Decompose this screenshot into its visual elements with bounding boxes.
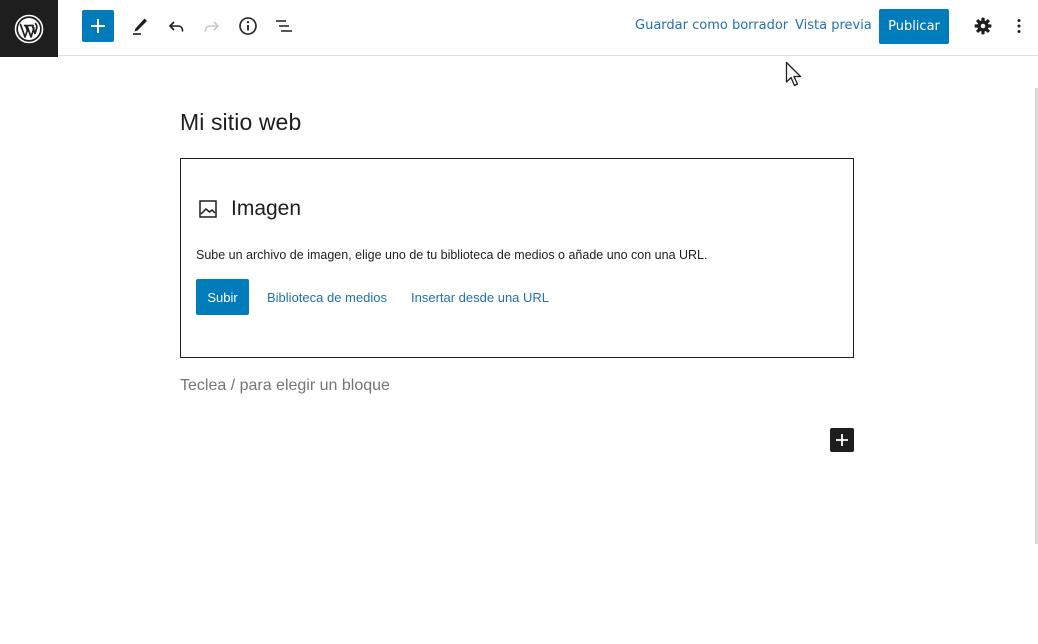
publish-button[interactable]: Publicar [879, 9, 949, 44]
image-block-header: Imagen [197, 197, 301, 221]
image-block-placeholder[interactable]: Imagen Sube un archivo de imagen, elige … [180, 158, 854, 358]
post-title[interactable]: Mi sitio web [180, 109, 301, 136]
image-block-title: Imagen [231, 197, 302, 220]
info-icon [239, 17, 257, 35]
undo-button[interactable] [160, 10, 192, 42]
more-vertical-icon [1017, 19, 1021, 33]
editor-header: Guardar como borrador Vista previa Publi… [0, 0, 1038, 57]
list-view-icon [276, 20, 292, 32]
block-appender-placeholder[interactable]: Teclea / para elegir un bloque [180, 377, 390, 395]
redo-button[interactable] [196, 10, 228, 42]
insert-from-url-button[interactable]: Insertar desde una URL [411, 290, 549, 305]
wordpress-logo-icon[interactable] [0, 0, 58, 57]
upload-button[interactable]: Subir [196, 279, 249, 315]
image-icon [199, 200, 217, 218]
list-view-button[interactable] [268, 10, 300, 42]
media-library-button[interactable]: Biblioteca de medios [267, 290, 387, 305]
pencil-icon [133, 18, 147, 35]
redo-icon [204, 21, 220, 32]
save-draft-button[interactable]: Guardar como borrador [635, 18, 788, 33]
details-button[interactable] [232, 10, 264, 42]
preview-button[interactable]: Vista previa [795, 18, 872, 33]
settings-button[interactable] [967, 10, 999, 42]
plus-icon [91, 19, 105, 33]
tools-button[interactable] [124, 10, 156, 42]
plus-icon [836, 434, 848, 446]
options-button[interactable] [1003, 10, 1035, 42]
image-block-instructions: Sube un archivo de imagen, elige uno de … [196, 248, 708, 262]
add-block-button[interactable] [82, 10, 114, 42]
mouse-cursor-icon [785, 61, 802, 87]
undo-icon [168, 21, 184, 32]
gear-icon [974, 17, 992, 35]
inline-add-block-button[interactable] [830, 428, 854, 452]
